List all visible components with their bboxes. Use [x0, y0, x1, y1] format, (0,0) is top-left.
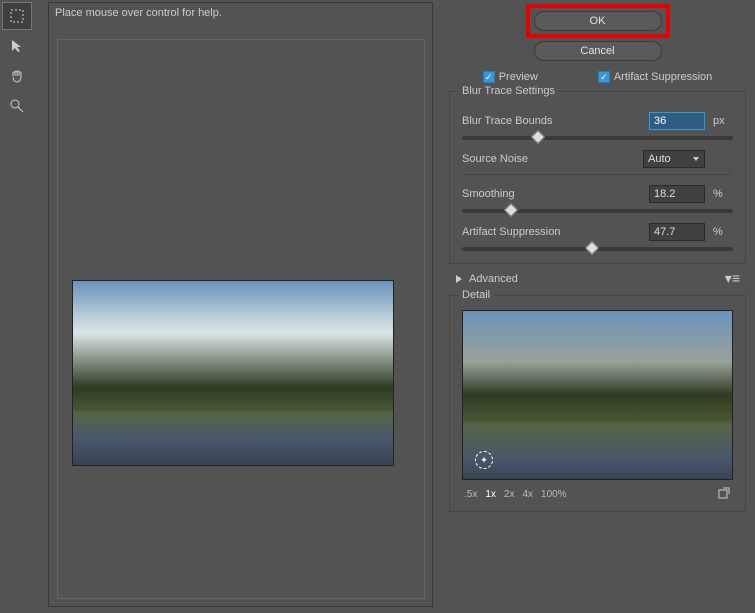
cancel-button[interactable]: Cancel	[534, 41, 662, 61]
zoom-levels: .5x 1x 2x 4x 100%	[464, 489, 567, 500]
preview-frame[interactable]	[57, 39, 425, 599]
source-noise-label: Source Noise	[462, 153, 643, 165]
ok-highlight: OK	[526, 4, 670, 38]
check-icon: ✓	[598, 71, 610, 83]
zoom-4x[interactable]: 4x	[522, 489, 533, 500]
direct-select-tool[interactable]	[2, 32, 32, 60]
slider-thumb[interactable]	[504, 203, 518, 217]
check-icon: ✓	[483, 71, 495, 83]
zoom-tool[interactable]	[2, 92, 32, 120]
advanced-label: Advanced	[469, 273, 518, 285]
toolbox	[2, 2, 36, 120]
source-noise-dropdown[interactable]: Auto	[643, 150, 705, 168]
blur-trace-group: Blur Trace Settings Blur Trace Bounds px…	[449, 91, 746, 264]
zoom-1x[interactable]: 1x	[485, 489, 496, 500]
slider-thumb[interactable]	[585, 241, 599, 255]
percent-unit: %	[713, 226, 733, 238]
undock-icon[interactable]	[717, 486, 731, 503]
preview-image[interactable]	[72, 280, 394, 466]
slider-thumb[interactable]	[531, 130, 545, 144]
smoothing-slider[interactable]	[462, 209, 733, 213]
blur-trace-bounds-slider[interactable]	[462, 136, 733, 140]
advanced-toggle[interactable]: Advanced	[455, 273, 518, 285]
artifact-suppression-input[interactable]	[649, 223, 705, 241]
smoothing-input[interactable]	[649, 185, 705, 203]
detail-group-label: Detail	[458, 289, 494, 301]
blur-trace-bounds-input[interactable]	[649, 112, 705, 130]
px-unit: px	[713, 115, 733, 127]
detail-marker-icon[interactable]: ✦	[475, 451, 493, 469]
percent-unit: %	[713, 188, 733, 200]
artifact-suppression-slider[interactable]	[462, 247, 733, 251]
preview-checkbox[interactable]: ✓ Preview	[483, 71, 538, 83]
panel-menu-icon[interactable]: ▾≡	[725, 270, 740, 287]
hand-tool[interactable]	[2, 62, 32, 90]
blur-trace-group-label: Blur Trace Settings	[458, 85, 559, 97]
detail-group: Detail ✦ .5x 1x 2x 4x 100%	[449, 295, 746, 512]
source-noise-value: Auto	[648, 153, 671, 165]
preview-checkbox-label: Preview	[499, 71, 538, 83]
chevron-down-icon	[692, 155, 700, 163]
zoom-current: 100%	[541, 489, 567, 500]
separator	[464, 174, 731, 175]
blur-trace-bounds-label: Blur Trace Bounds	[462, 115, 649, 127]
marquee-tool[interactable]	[2, 2, 32, 30]
artifact-suppression-checkbox-label: Artifact Suppression	[614, 71, 712, 83]
detail-image[interactable]: ✦	[462, 310, 733, 480]
artifact-suppression-checkbox[interactable]: ✓ Artifact Suppression	[598, 71, 712, 83]
zoom-half[interactable]: .5x	[464, 489, 477, 500]
zoom-2x[interactable]: 2x	[504, 489, 515, 500]
right-panel: OK Cancel ✓ Preview ✓ Artifact Suppressi…	[445, 4, 750, 514]
ok-button[interactable]: OK	[534, 11, 662, 31]
chevron-right-icon	[455, 274, 463, 284]
help-bar: Place mouse over control for help.	[49, 3, 432, 23]
preview-area: Place mouse over control for help.	[48, 2, 433, 607]
artifact-suppression-label: Artifact Suppression	[462, 226, 649, 238]
smoothing-label: Smoothing	[462, 188, 649, 200]
